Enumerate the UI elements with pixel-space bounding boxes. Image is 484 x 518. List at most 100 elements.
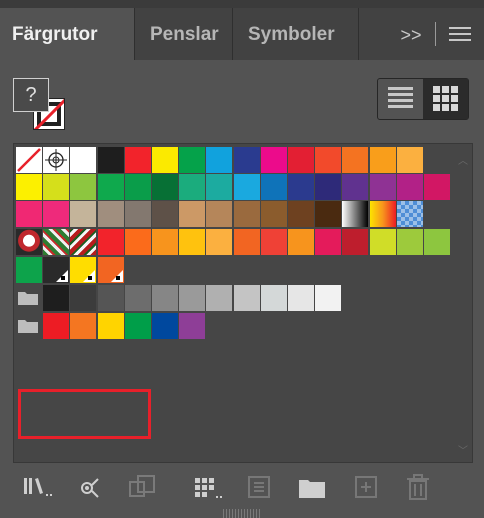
swatch[interactable] [315, 174, 342, 201]
swatch[interactable] [206, 174, 233, 201]
swatch[interactable] [97, 285, 124, 311]
swatch[interactable] [97, 174, 124, 201]
swatch[interactable] [233, 174, 260, 201]
swatch[interactable] [179, 147, 206, 173]
new-swatch-icon[interactable] [351, 472, 383, 502]
tab-swatches[interactable]: Färgrutor [0, 8, 134, 60]
swatch[interactable] [342, 174, 369, 201]
swatch[interactable] [342, 147, 369, 173]
swatch[interactable] [179, 174, 206, 201]
tab-overflow-button[interactable]: >> [398, 8, 424, 60]
show-kinds-icon[interactable] [76, 472, 108, 502]
swatch[interactable] [43, 174, 70, 201]
swatch[interactable] [260, 174, 287, 201]
swatch[interactable] [43, 285, 70, 311]
swatch[interactable] [97, 201, 124, 228]
swatch[interactable] [124, 228, 151, 255]
swatch[interactable] [260, 147, 287, 173]
swatch[interactable] [179, 228, 206, 255]
swatch[interactable] [43, 201, 70, 228]
new-folder-icon[interactable] [296, 472, 328, 502]
tint-swatch[interactable] [70, 256, 97, 283]
swatch[interactable] [16, 256, 42, 283]
swatch[interactable] [233, 285, 260, 311]
swatch-gradient[interactable] [369, 201, 396, 228]
swatch[interactable] [342, 228, 369, 255]
swatch[interactable] [179, 313, 206, 340]
list-view-icon[interactable] [378, 79, 423, 119]
swatch[interactable] [424, 228, 450, 255]
delete-swatch-icon[interactable] [402, 472, 434, 502]
swatch[interactable] [315, 228, 342, 255]
swatch[interactable] [315, 147, 342, 173]
swatch[interactable] [288, 201, 314, 228]
swatch[interactable] [124, 201, 151, 228]
tint-swatch[interactable] [97, 256, 124, 283]
swatch[interactable] [97, 147, 124, 173]
tab-symbols[interactable]: Symboler [236, 8, 358, 60]
swatch[interactable] [288, 147, 314, 173]
place-swatches-icon[interactable] [126, 472, 158, 502]
swatch[interactable] [179, 285, 206, 311]
swatch[interactable] [206, 228, 233, 255]
swatch[interactable] [43, 313, 70, 340]
resize-gripper[interactable] [223, 509, 261, 518]
swatch[interactable] [70, 201, 97, 228]
swatch[interactable] [152, 285, 178, 311]
swatch[interactable] [16, 174, 42, 201]
swatch[interactable] [124, 313, 151, 340]
swatch[interactable] [152, 147, 178, 173]
swatch-gradient[interactable] [342, 201, 369, 228]
swatch[interactable] [70, 147, 97, 173]
swatch[interactable] [70, 313, 97, 340]
swatch[interactable] [369, 174, 396, 201]
swatch[interactable] [369, 228, 396, 255]
color-group-folder-icon[interactable] [17, 290, 39, 306]
swatch[interactable] [288, 174, 314, 201]
swatch-registration[interactable] [43, 147, 70, 173]
swatch[interactable] [206, 285, 233, 311]
swatch[interactable] [206, 147, 233, 173]
swatch[interactable] [288, 285, 314, 311]
swatch-none[interactable] [16, 147, 42, 173]
swatch[interactable] [396, 228, 423, 255]
swatch[interactable] [179, 201, 206, 228]
swatch[interactable] [152, 201, 178, 228]
color-group-folder-icon[interactable] [17, 318, 39, 334]
swatch[interactable] [206, 201, 233, 228]
swatch-pattern[interactable] [43, 228, 70, 255]
swatch[interactable] [152, 313, 178, 340]
swatch[interactable] [97, 228, 124, 255]
scroll-up-icon[interactable]: ︿ [458, 152, 472, 167]
new-color-group-icon[interactable] [192, 472, 224, 502]
swatch[interactable] [260, 228, 287, 255]
swatch[interactable] [124, 147, 151, 173]
swatch[interactable] [97, 313, 124, 340]
swatch[interactable] [396, 147, 423, 173]
swatch[interactable] [369, 147, 396, 173]
swatch-libraries-icon[interactable] [22, 472, 54, 502]
swatch[interactable] [233, 228, 260, 255]
scroll-down-icon[interactable]: ﹀ [458, 442, 472, 457]
swatch[interactable] [260, 201, 287, 228]
fill-stroke-indicator[interactable]: ? [13, 78, 65, 136]
swatch-options-icon[interactable] [244, 472, 276, 502]
fill-unknown-swatch[interactable]: ? [13, 78, 49, 112]
swatch[interactable] [315, 201, 342, 228]
swatch[interactable] [152, 228, 178, 255]
swatch[interactable] [233, 201, 260, 228]
swatch-pattern[interactable] [70, 228, 97, 255]
tab-brushes[interactable]: Penslar [138, 8, 232, 60]
swatch[interactable] [288, 228, 314, 255]
swatch[interactable] [70, 174, 97, 201]
swatch[interactable] [233, 147, 260, 173]
swatch[interactable] [260, 285, 287, 311]
swatch[interactable] [315, 285, 342, 311]
grid-view-icon[interactable] [423, 79, 468, 119]
swatch-gradient[interactable] [396, 201, 423, 228]
swatch[interactable] [70, 285, 97, 311]
swatch[interactable] [396, 174, 423, 201]
tint-swatch[interactable] [43, 256, 70, 283]
swatch-pattern[interactable] [16, 228, 42, 255]
swatch[interactable] [124, 174, 151, 201]
